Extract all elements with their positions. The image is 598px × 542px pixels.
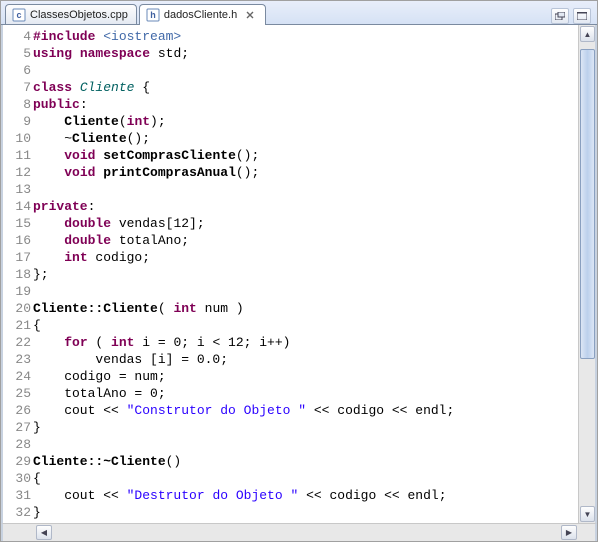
line-number: 13	[3, 181, 33, 198]
code-line[interactable]: Cliente(int);	[33, 113, 578, 130]
code-line[interactable]: }	[33, 504, 578, 521]
code-line[interactable]: double totalAno;	[33, 232, 578, 249]
tab-bar: c ClassesObjetos.cpp h dadosCliente.h	[1, 1, 597, 25]
code-line[interactable]: for ( int i = 0; i < 12; i++)	[33, 334, 578, 351]
code-line[interactable]: codigo = num;	[33, 368, 578, 385]
code-line[interactable]: vendas [i] = 0.0;	[33, 351, 578, 368]
close-icon[interactable]	[243, 8, 257, 22]
line-number: 5	[3, 45, 33, 62]
vertical-scrollbar[interactable]: ▲ ▼	[578, 25, 595, 523]
svg-text:h: h	[150, 10, 156, 20]
scroll-thumb[interactable]	[580, 49, 595, 359]
line-number: 27	[3, 419, 33, 436]
code-line[interactable]: private:	[33, 198, 578, 215]
horizontal-scrollbar[interactable]: ◀ ▶	[1, 523, 597, 541]
code-line[interactable]: {	[33, 470, 578, 487]
tab-dados-cliente[interactable]: h dadosCliente.h	[139, 4, 266, 25]
tab-classes-objetos[interactable]: c ClassesObjetos.cpp	[5, 4, 137, 24]
line-number: 32	[3, 504, 33, 521]
chevron-left-icon: ◀	[41, 528, 47, 537]
line-number: 26	[3, 402, 33, 419]
chevron-down-icon: ▼	[584, 510, 592, 519]
code-content[interactable]: #include <iostream>using namespace std; …	[33, 25, 578, 523]
code-line[interactable]: };	[33, 266, 578, 283]
svg-text:c: c	[16, 10, 21, 20]
line-number: 19	[3, 283, 33, 300]
code-line[interactable]: totalAno = 0;	[33, 385, 578, 402]
line-number-gutter: 4567891011121314151617181920212223242526…	[3, 25, 33, 523]
line-number: 16	[3, 232, 33, 249]
editor-area: 4567891011121314151617181920212223242526…	[1, 25, 597, 523]
code-line[interactable]: void printComprasAnual();	[33, 164, 578, 181]
code-line[interactable]: #include <iostream>	[33, 28, 578, 45]
line-number: 31	[3, 487, 33, 504]
scroll-up-button[interactable]: ▲	[580, 26, 595, 42]
tab-label: dadosCliente.h	[164, 9, 237, 21]
line-number: 30	[3, 470, 33, 487]
line-number: 23	[3, 351, 33, 368]
tabbar-controls	[551, 8, 597, 24]
code-line[interactable]	[33, 283, 578, 300]
line-number: 6	[3, 62, 33, 79]
line-number: 8	[3, 96, 33, 113]
tab-label: ClassesObjetos.cpp	[30, 9, 128, 21]
scrollbar-corner	[578, 524, 595, 541]
code-line[interactable]: ~Cliente();	[33, 130, 578, 147]
h-file-icon: h	[146, 8, 160, 22]
line-number: 11	[3, 147, 33, 164]
hscroll-track[interactable]	[31, 525, 560, 540]
chevron-right-icon: ▶	[566, 528, 572, 537]
line-number: 4	[3, 28, 33, 45]
line-number: 22	[3, 334, 33, 351]
line-number: 20	[3, 300, 33, 317]
code-line[interactable]: using namespace std;	[33, 45, 578, 62]
line-number: 28	[3, 436, 33, 453]
code-line[interactable]: {	[33, 317, 578, 334]
restore-button[interactable]	[551, 8, 569, 24]
maximize-button[interactable]	[573, 8, 591, 24]
chevron-up-icon: ▲	[584, 30, 592, 39]
code-line[interactable]: Cliente::Cliente( int num )	[33, 300, 578, 317]
line-number: 9	[3, 113, 33, 130]
code-line[interactable]: void setComprasCliente();	[33, 147, 578, 164]
scroll-left-button[interactable]: ◀	[36, 525, 52, 540]
line-number: 12	[3, 164, 33, 181]
line-number: 24	[3, 368, 33, 385]
code-line[interactable]: public:	[33, 96, 578, 113]
line-number: 10	[3, 130, 33, 147]
code-line[interactable]: class Cliente {	[33, 79, 578, 96]
line-number: 21	[3, 317, 33, 334]
line-number: 18	[3, 266, 33, 283]
code-line[interactable]: cout << "Construtor do Objeto " << codig…	[33, 402, 578, 419]
code-line[interactable]	[33, 181, 578, 198]
code-line[interactable]	[33, 62, 578, 79]
line-number: 15	[3, 215, 33, 232]
c-file-icon: c	[12, 8, 26, 22]
line-number: 29	[3, 453, 33, 470]
line-number: 25	[3, 385, 33, 402]
scroll-right-button[interactable]: ▶	[561, 525, 577, 540]
code-line[interactable]: double vendas[12];	[33, 215, 578, 232]
code-line[interactable]	[33, 436, 578, 453]
code-line[interactable]: cout << "Destrutor do Objeto " << codigo…	[33, 487, 578, 504]
line-number: 17	[3, 249, 33, 266]
line-number: 14	[3, 198, 33, 215]
code-line[interactable]: }	[33, 419, 578, 436]
code-line[interactable]: int codigo;	[33, 249, 578, 266]
scroll-down-button[interactable]: ▼	[580, 506, 595, 522]
code-line[interactable]: Cliente::~Cliente()	[33, 453, 578, 470]
line-number: 7	[3, 79, 33, 96]
